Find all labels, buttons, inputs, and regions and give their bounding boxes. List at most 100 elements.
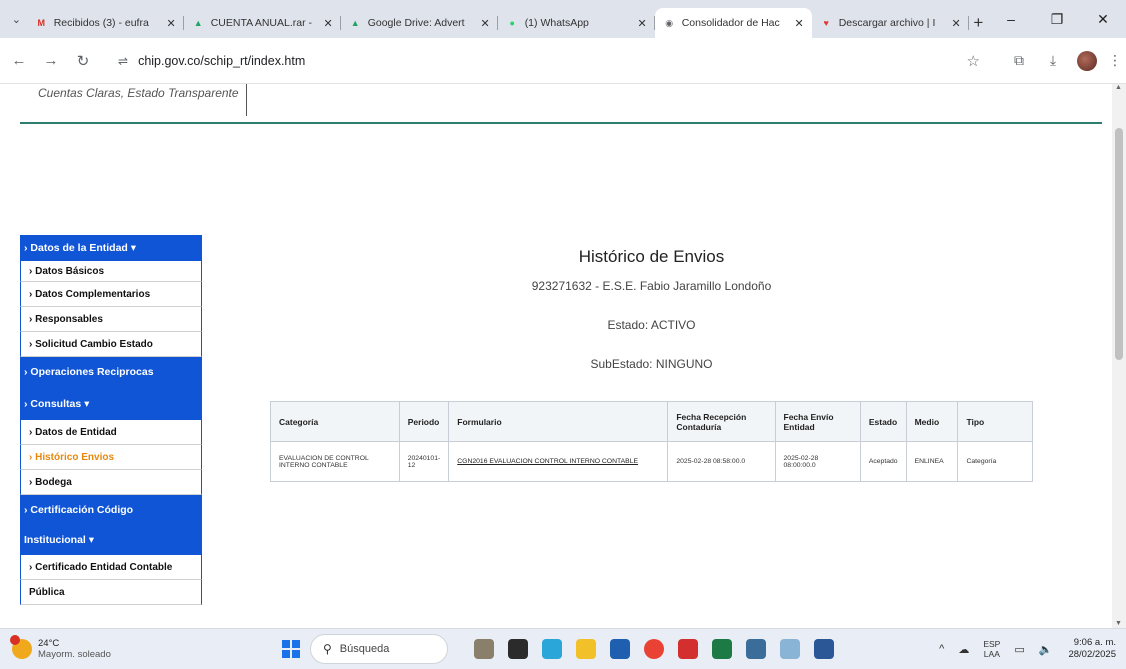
browser-tab[interactable]: ▲ CUENTA ANUAL.rar - ✕	[184, 8, 341, 38]
site-settings-icon[interactable]: ⇌	[118, 54, 128, 68]
excel-icon[interactable]	[712, 639, 732, 659]
entity-name: 923271632 - E.S.E. Fabio Jaramillo Londo…	[531, 279, 772, 293]
close-tab-icon[interactable]: ✕	[480, 17, 489, 30]
pinned-apps	[474, 639, 848, 659]
table-cell: EVALUACION DE CONTROL INTERNO CONTABLE	[270, 441, 400, 482]
mail-icon[interactable]	[746, 639, 766, 659]
weather-widget[interactable]: 24°C Mayorm. soleado	[10, 635, 172, 660]
notification-badge	[10, 635, 20, 645]
close-tab-icon[interactable]: ✕	[166, 17, 175, 30]
sidebar-item[interactable]: › Datos Complementarios	[20, 282, 202, 307]
widgets-icon[interactable]	[542, 639, 562, 659]
scroll-thumb[interactable]	[1115, 128, 1123, 360]
close-tab-icon[interactable]: ✕	[794, 17, 803, 30]
table-header-row: Categoría Periodo Formulario Fecha Recepció…	[270, 401, 1033, 442]
browser-tab[interactable]: ♥ Descargar archivo | I ✕	[812, 8, 969, 38]
sidebar-item[interactable]: › Bodega	[20, 470, 202, 495]
column-header: Categoría	[270, 401, 400, 442]
browser-tab[interactable]: ● (1) WhatsApp ✕	[498, 8, 655, 38]
sidebar-item[interactable]: › Datos de Entidad	[20, 420, 202, 445]
tab-title: CUENTA ANUAL.rar -	[210, 17, 313, 29]
page-scrollbar[interactable]: ▲ ▼	[1112, 84, 1126, 628]
download-icon[interactable]: ⤓	[1036, 52, 1070, 69]
browser-toolbar: ← → ↻ ⇌ chip.gov.co/schip_rt/index.htm ☆…	[0, 38, 1126, 84]
table-row: EVALUACION DE CONTROL INTERNO CONTABLE 20…	[270, 441, 1033, 482]
chrome-icon[interactable]	[644, 639, 664, 659]
task-view-icon[interactable]	[508, 639, 528, 659]
tab-title: Descargar archivo | I	[838, 17, 936, 29]
restore-button[interactable]: ❐	[1034, 11, 1080, 28]
sidebar-section[interactable]: Institucional ▾	[20, 525, 202, 555]
profile-avatar[interactable]	[1077, 50, 1097, 71]
back-button[interactable]: ←	[6, 52, 32, 69]
table-cell: 20240101-12	[398, 441, 450, 482]
search-placeholder: Búsqueda	[339, 643, 390, 655]
clock[interactable]: 9:06 a. m. 28/02/2025	[1068, 637, 1116, 661]
file-explorer-icon[interactable]	[576, 639, 596, 659]
taskbar-search[interactable]: ⚲ Búsqueda	[310, 634, 448, 664]
tab-search-button[interactable]: ⌄	[6, 4, 27, 34]
sidebar-section[interactable]: › Operaciones Reciprocas	[20, 357, 202, 387]
sidebar-item[interactable]: › Solicitud Cambio Estado	[20, 332, 202, 357]
app-icon[interactable]	[780, 639, 800, 659]
sidebar-section[interactable]: › Datos de la Entidad ▾	[20, 235, 202, 261]
page-title: Histórico de Envios	[578, 247, 725, 266]
close-tab-icon[interactable]: ✕	[637, 17, 646, 30]
column-header: Formulario	[448, 401, 669, 442]
sidebar-item[interactable]: Pública	[20, 580, 202, 605]
kebab-menu-icon[interactable]: ⋮	[1104, 52, 1126, 69]
weather-desc: Mayorm. soleado	[38, 649, 111, 660]
sun-icon	[10, 635, 32, 659]
column-header: Fecha Recepción Contaduría	[667, 401, 776, 442]
photo-app-icon[interactable]	[474, 639, 494, 659]
bookmark-star-icon[interactable]: ☆	[967, 52, 980, 70]
form-link[interactable]: CGN2016 EVALUACION CONTROL INTERNO CONTA…	[448, 441, 669, 482]
chevron-up-icon[interactable]: ^	[939, 643, 944, 655]
table-cell: ENLINEA	[905, 441, 959, 482]
scroll-up-icon[interactable]: ▲	[1115, 84, 1122, 91]
pdf-reader-icon[interactable]	[678, 639, 698, 659]
browser-tab[interactable]: M Recibidos (3) - eufra ✕	[27, 8, 184, 38]
entity-status: Estado: ACTIVO	[607, 318, 696, 332]
window-controls: – ❐ ✕	[988, 0, 1126, 38]
heart-icon: ♥	[823, 18, 829, 28]
close-tab-icon[interactable]: ✕	[323, 17, 332, 30]
close-window-button[interactable]: ✕	[1080, 11, 1126, 28]
drive-icon: ▲	[193, 18, 203, 28]
onedrive-icon[interactable]: ☁	[958, 643, 969, 656]
sidebar-section[interactable]: › Consultas ▾	[20, 387, 202, 420]
store-icon[interactable]	[610, 639, 630, 659]
site-slogan: Cuentas Claras, Estado Transparente	[38, 86, 239, 100]
globe-icon: ◉	[665, 17, 674, 28]
browser-tab[interactable]: ◉ Consolidador de Hac ✕	[654, 8, 812, 38]
language-indicator[interactable]: ESP LAA	[983, 639, 1000, 659]
forward-button[interactable]: →	[38, 52, 64, 69]
sidebar-section[interactable]: › Certificación Código	[20, 495, 202, 525]
notepad-icon[interactable]	[814, 639, 834, 659]
whatsapp-icon: ●	[509, 18, 515, 28]
tab-separator	[967, 16, 969, 30]
sidebar-item[interactable]: › Datos Básicos	[20, 261, 202, 282]
sidebar-item[interactable]: › Histórico Envios	[20, 445, 202, 470]
start-button[interactable]	[282, 640, 300, 658]
network-icon[interactable]: ▭	[1014, 643, 1024, 656]
plus-icon: +	[973, 13, 984, 32]
close-tab-icon[interactable]: ✕	[951, 17, 960, 30]
web-page: Cuentas Claras, Estado Transparente › Da…	[0, 84, 1112, 628]
gmail-icon: M	[37, 18, 45, 28]
scroll-down-icon[interactable]: ▼	[1115, 620, 1122, 627]
new-tab-button[interactable]: +	[969, 8, 988, 38]
minimize-button[interactable]: –	[988, 11, 1034, 27]
search-icon: ⚲	[323, 642, 332, 656]
address-bar[interactable]: ⇌ chip.gov.co/schip_rt/index.htm	[106, 45, 966, 76]
column-header: Estado	[859, 401, 907, 442]
reload-button[interactable]: ↻	[70, 52, 96, 70]
table-body: EVALUACION DE CONTROL INTERNO CONTABLE 20…	[270, 441, 1033, 482]
sidebar-item[interactable]: › Certificado Entidad Contable	[20, 555, 202, 580]
column-header: Medio	[905, 401, 959, 442]
extensions-icon[interactable]: ⧉	[1002, 52, 1036, 69]
sidebar-item[interactable]: › Responsables	[20, 307, 202, 332]
volume-icon[interactable]: 🔈	[1039, 643, 1053, 656]
table-cell: 2025-02-28 08:58:00.0	[667, 441, 776, 482]
browser-tab[interactable]: ▲ Google Drive: Advert ✕	[341, 8, 498, 38]
